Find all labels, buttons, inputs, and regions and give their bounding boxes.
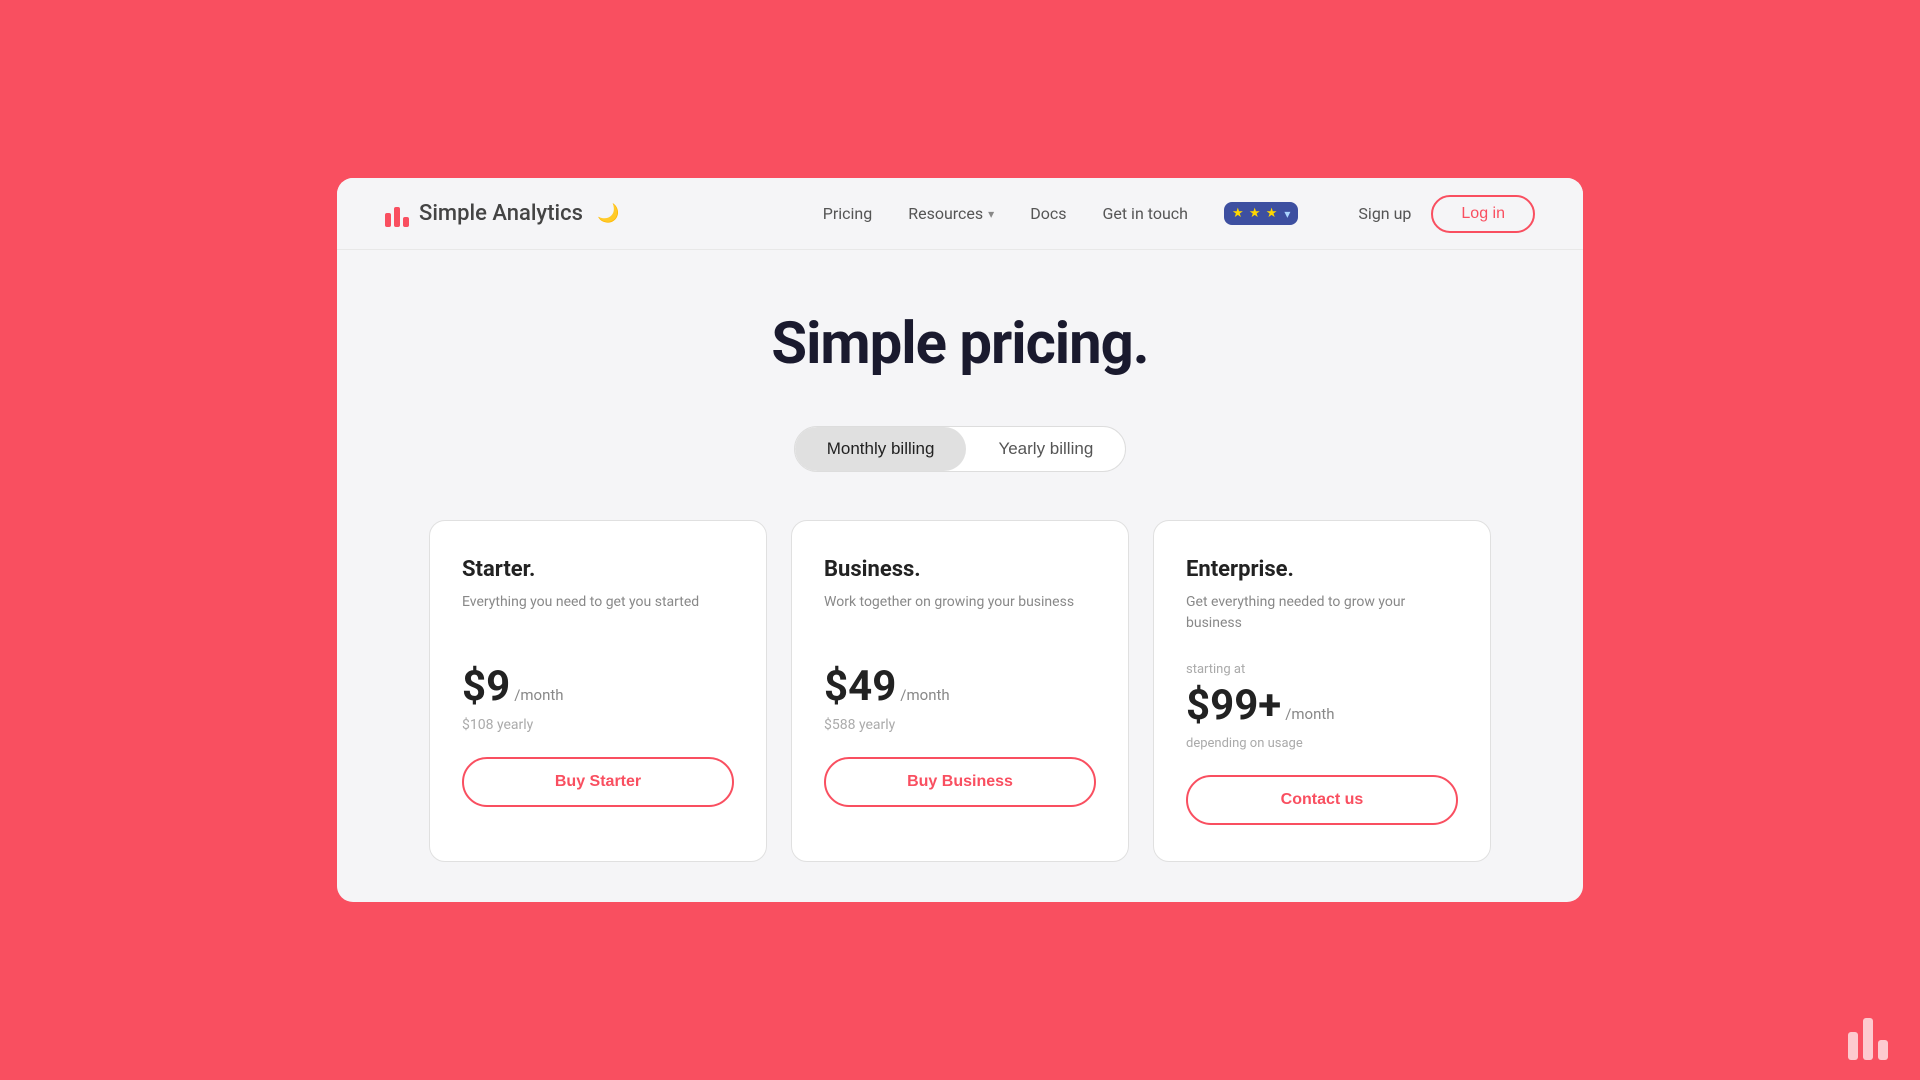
starter-title: Starter.: [462, 557, 734, 582]
business-desc: Work together on growing your business: [824, 592, 1096, 634]
enterprise-depending: depending on usage: [1186, 736, 1458, 751]
logo-icon: [385, 201, 409, 227]
nav-docs[interactable]: Docs: [1030, 204, 1066, 223]
business-price: $49: [824, 662, 896, 711]
contact-us-button[interactable]: Contact us: [1186, 775, 1458, 825]
enterprise-starting-at: starting at: [1186, 662, 1458, 677]
eu-badge[interactable]: ★ ★ ★ ▾: [1224, 202, 1298, 225]
starter-price: $9: [462, 662, 510, 711]
business-title: Business.: [824, 557, 1096, 582]
nav-get-in-touch[interactable]: Get in touch: [1102, 204, 1188, 223]
business-card: Business. Work together on growing your …: [791, 520, 1129, 862]
buy-business-button[interactable]: Buy Business: [824, 757, 1096, 807]
chevron-down-icon: ▾: [988, 207, 994, 221]
nav-links: Pricing Resources ▾ Docs Get in touch ★ …: [823, 202, 1299, 225]
business-period: /month: [900, 686, 949, 704]
login-button[interactable]: Log in: [1431, 195, 1535, 233]
enterprise-card: Enterprise. Get everything needed to gro…: [1153, 520, 1491, 862]
enterprise-price-row: $99+ /month: [1186, 681, 1458, 730]
page-title: Simple pricing.: [385, 310, 1535, 378]
starter-price-row: $9 /month: [462, 662, 734, 711]
pricing-cards: Starter. Everything you need to get you …: [385, 520, 1535, 862]
billing-toggle: Monthly billing Yearly billing: [385, 426, 1535, 472]
decorative-chart: [1848, 1018, 1888, 1060]
eu-stars-icon: ★ ★ ★: [1232, 206, 1278, 221]
eu-chevron-icon: ▾: [1284, 207, 1290, 221]
enterprise-period: /month: [1285, 705, 1334, 723]
business-yearly: $588 yearly: [824, 717, 1096, 733]
toggle-container: Monthly billing Yearly billing: [794, 426, 1127, 472]
moon-icon: 🌙: [597, 203, 619, 224]
nav-pricing[interactable]: Pricing: [823, 204, 873, 223]
yearly-billing-toggle[interactable]: Yearly billing: [966, 427, 1125, 471]
logo-area[interactable]: Simple Analytics 🌙: [385, 201, 619, 227]
business-price-row: $49 /month: [824, 662, 1096, 711]
monthly-billing-toggle[interactable]: Monthly billing: [795, 427, 967, 471]
navbar: Simple Analytics 🌙 Pricing Resources ▾ D…: [337, 178, 1583, 250]
brand-name: Simple Analytics: [419, 201, 583, 226]
sign-up-link[interactable]: Sign up: [1358, 204, 1411, 223]
content-area: Simple pricing. Monthly billing Yearly b…: [337, 250, 1583, 902]
starter-card: Starter. Everything you need to get you …: [429, 520, 767, 862]
enterprise-price: $99+: [1186, 681, 1281, 730]
enterprise-desc: Get everything needed to grow your busin…: [1186, 592, 1458, 634]
main-container: Simple Analytics 🌙 Pricing Resources ▾ D…: [337, 178, 1583, 902]
starter-period: /month: [514, 686, 563, 704]
enterprise-title: Enterprise.: [1186, 557, 1458, 582]
buy-starter-button[interactable]: Buy Starter: [462, 757, 734, 807]
nav-auth: Sign up Log in: [1358, 195, 1535, 233]
starter-yearly: $108 yearly: [462, 717, 734, 733]
starter-desc: Everything you need to get you started: [462, 592, 734, 634]
nav-resources[interactable]: Resources ▾: [908, 204, 994, 223]
